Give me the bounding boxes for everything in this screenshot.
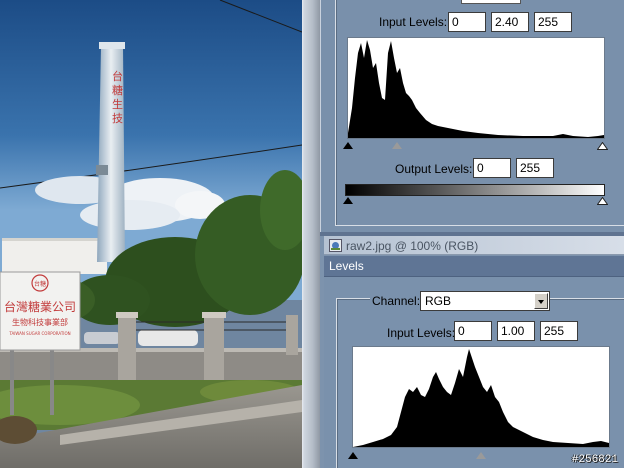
levels-dialog: Levels Channel: RGB Input Levels: 0 1.00… [324,256,624,468]
histogram-graph [353,349,609,447]
dropdown-arrow-icon[interactable] [534,293,548,309]
input-white-field[interactable]: 255 [540,321,578,341]
output-white-field[interactable]: 255 [516,158,554,178]
sign-line3: TAIWAN SUGAR CORPORATION [8,331,70,336]
panel-separator [302,0,320,468]
black-point-slider-icon[interactable] [348,452,358,459]
photo-canvas: 台糖生技 台糖 台灣糖業公司 生物科技事業部 TAIWAN SUGAR CORP… [0,0,302,468]
sign-line2: 生物科技事業部 [12,317,68,327]
input-gamma-field[interactable]: 1.00 [497,321,535,341]
output-levels-label: Output Levels: [395,162,473,176]
input-black-field[interactable]: 0 [448,12,486,32]
levels-dialog-title: Levels [329,259,364,273]
watermark: #256821 [571,454,618,466]
white-point-slider-icon[interactable] [597,142,608,150]
channel-select-value: RGB [425,294,452,308]
svg-text:台糖: 台糖 [34,280,46,288]
black-point-slider-icon[interactable] [343,142,353,149]
input-levels-label: Input Levels: [379,15,448,29]
photo-image: 台糖生技 台糖 台灣糖業公司 生物科技事業部 TAIWAN SUGAR CORP… [0,0,302,468]
window-title-bar[interactable]: raw2.jpg @ 100% (RGB) [324,236,624,255]
channel-select[interactable]: RGB [420,291,550,311]
channel-select-bottom-edge[interactable] [461,0,521,4]
sign-line1: 台灣糖業公司 [4,299,76,314]
output-black-slider-icon[interactable] [343,197,353,204]
levels-dialog-title-bar[interactable]: Levels [324,256,624,277]
output-gradient-bar [345,184,605,196]
histogram-top-graph [348,40,604,138]
output-white-slider-icon[interactable] [597,197,608,205]
window-title: raw2.jpg @ 100% (RGB) [346,239,479,253]
input-levels-label: Input Levels: [387,326,456,340]
document-window: raw2.jpg @ 100% (RGB) Levels Channel: RG… [320,232,624,468]
histogram-top [347,37,605,139]
input-gamma-field[interactable]: 2.40 [491,12,529,32]
gamma-slider-icon[interactable] [392,142,402,149]
document-icon [329,239,342,252]
input-black-field[interactable]: 0 [454,321,492,341]
output-black-field[interactable]: 0 [473,158,511,178]
levels-dialog-top: Input Levels: 0 2.40 255 Output Levels: … [320,0,624,232]
gamma-slider-icon[interactable] [476,452,486,459]
channel-label: Channel: [370,294,423,308]
input-white-field[interactable]: 255 [534,12,572,32]
histogram [352,346,610,448]
